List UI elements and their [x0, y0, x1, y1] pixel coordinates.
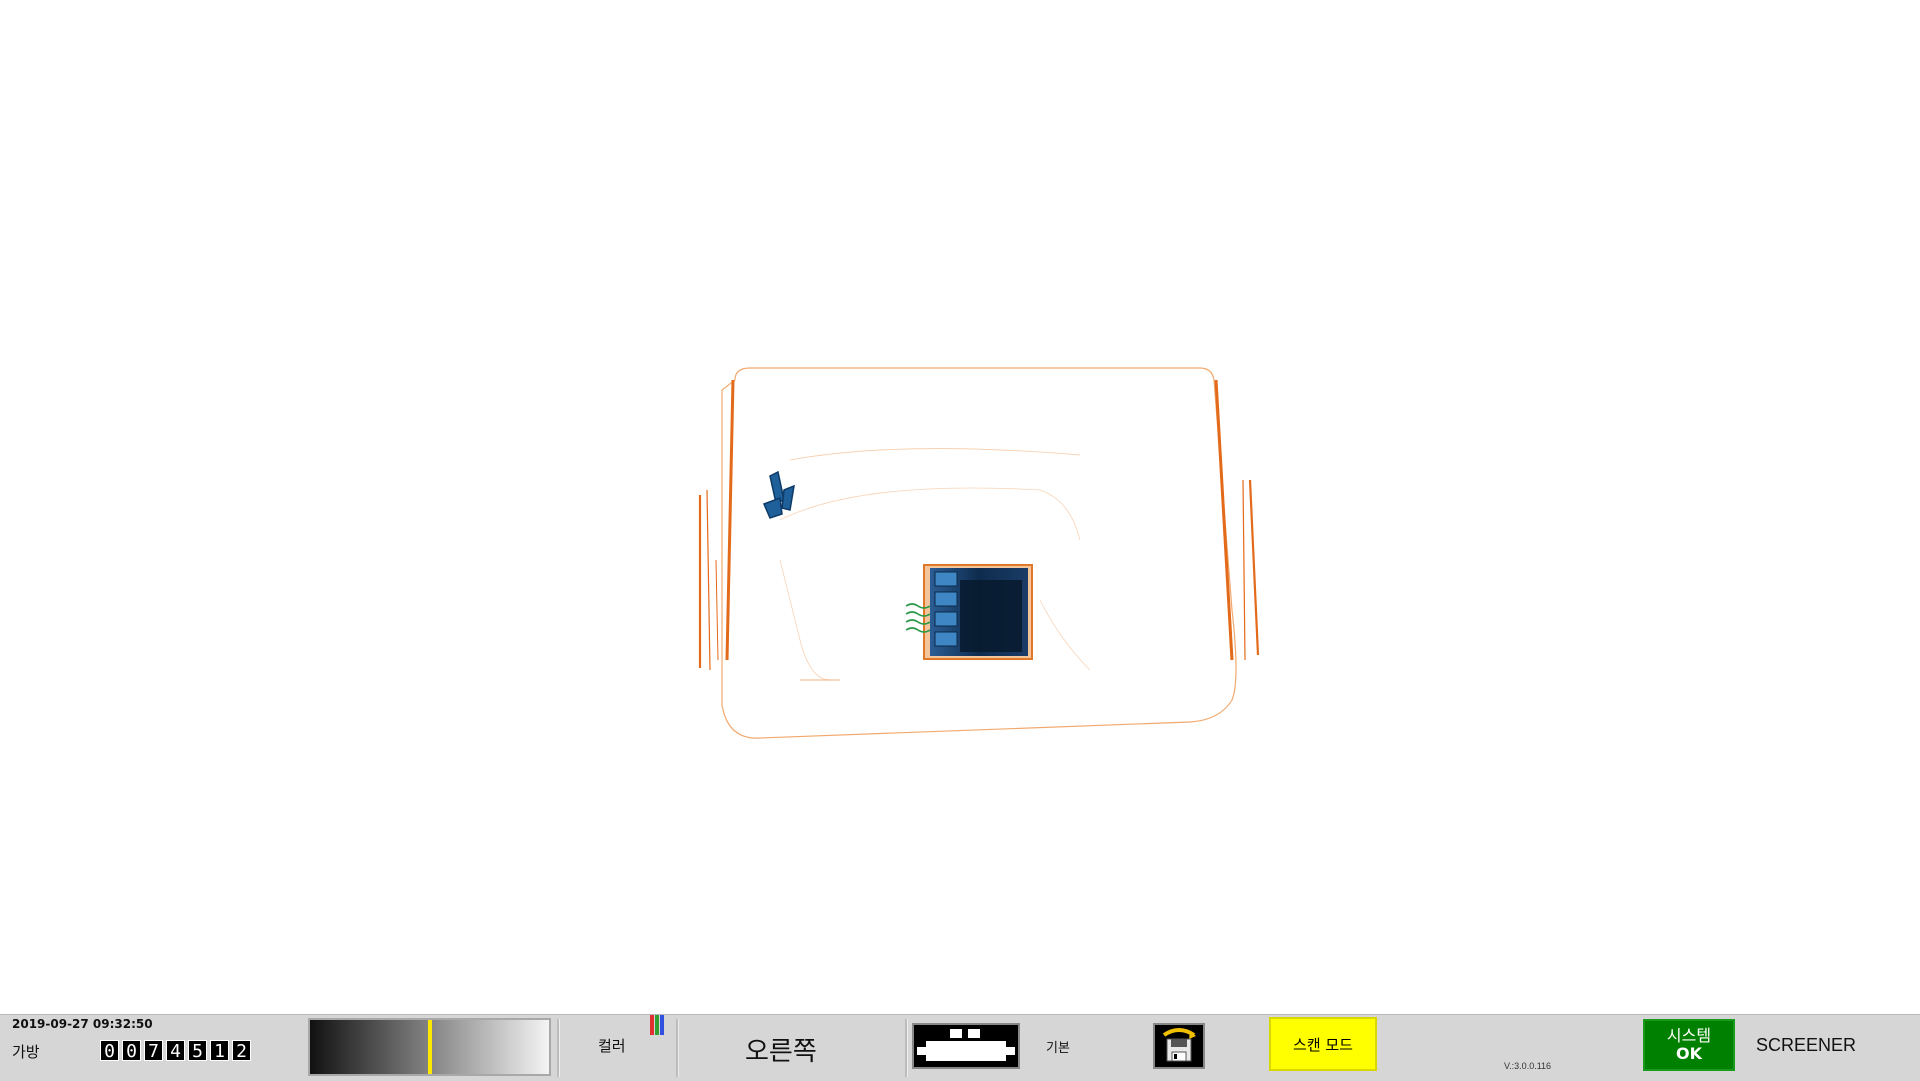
separator — [905, 1019, 908, 1077]
bag-count-label: 가방 — [12, 1043, 40, 1061]
bag-right-side — [1214, 379, 1260, 661]
color-palette-bar-blue — [660, 1015, 664, 1035]
xray-image-viewport[interactable] — [0, 0, 1920, 1014]
bag-counter-digit: 4 — [166, 1040, 185, 1062]
dense-object — [905, 564, 1033, 660]
save-image-icon — [1162, 1028, 1196, 1062]
system-status-state: OK — [1676, 1044, 1702, 1063]
conveyor-icon — [917, 1029, 1015, 1061]
metal-clip — [763, 470, 795, 519]
color-palette-bar-red — [650, 1015, 654, 1035]
status-bar: 2019-09-27 09:32:50 가방 0 0 7 4 5 1 2 컬러 … — [0, 1014, 1920, 1081]
user-role: SCREENER — [1756, 1035, 1857, 1055]
color-palette-bar-green — [655, 1015, 659, 1035]
bag-counter-digit: 1 — [210, 1040, 229, 1062]
color-palette-icon[interactable] — [650, 1015, 664, 1035]
system-status-button[interactable]: 시스템 OK — [1643, 1019, 1735, 1071]
xray-scan-image — [698, 367, 1260, 739]
scan-mode-button[interactable]: 스캔 모드 — [1269, 1017, 1377, 1071]
system-status-title: 시스템 — [1666, 1026, 1712, 1046]
bag-counter-digit: 7 — [144, 1040, 163, 1062]
bag-counter-digit: 0 — [122, 1040, 141, 1062]
separator — [557, 1019, 560, 1077]
bag-counter-digit: 2 — [232, 1040, 251, 1062]
conveyor-button[interactable] — [912, 1023, 1020, 1069]
date-time: 2019-09-27 09:32:50 — [12, 1017, 153, 1031]
grayscale-slider-marker[interactable] — [428, 1020, 432, 1074]
bag-counter: 0 0 7 4 5 1 2 — [100, 1040, 251, 1062]
version-text: V.:3.0.0.116 — [1504, 1061, 1552, 1071]
bag-left-side — [698, 379, 735, 671]
conveyor-direction: 오른쪽 — [745, 1037, 817, 1067]
grayscale-adjust-slider[interactable] — [308, 1018, 551, 1076]
separator — [676, 1019, 679, 1077]
image-mode-label: 기본 — [1046, 1041, 1070, 1056]
save-image-button[interactable] — [1153, 1023, 1205, 1069]
color-mode-label[interactable]: 컬러 — [598, 1035, 626, 1056]
bag-outline — [721, 367, 1237, 739]
bag-counter-digit: 0 — [100, 1040, 119, 1062]
bag-counter-digit: 5 — [188, 1040, 207, 1062]
